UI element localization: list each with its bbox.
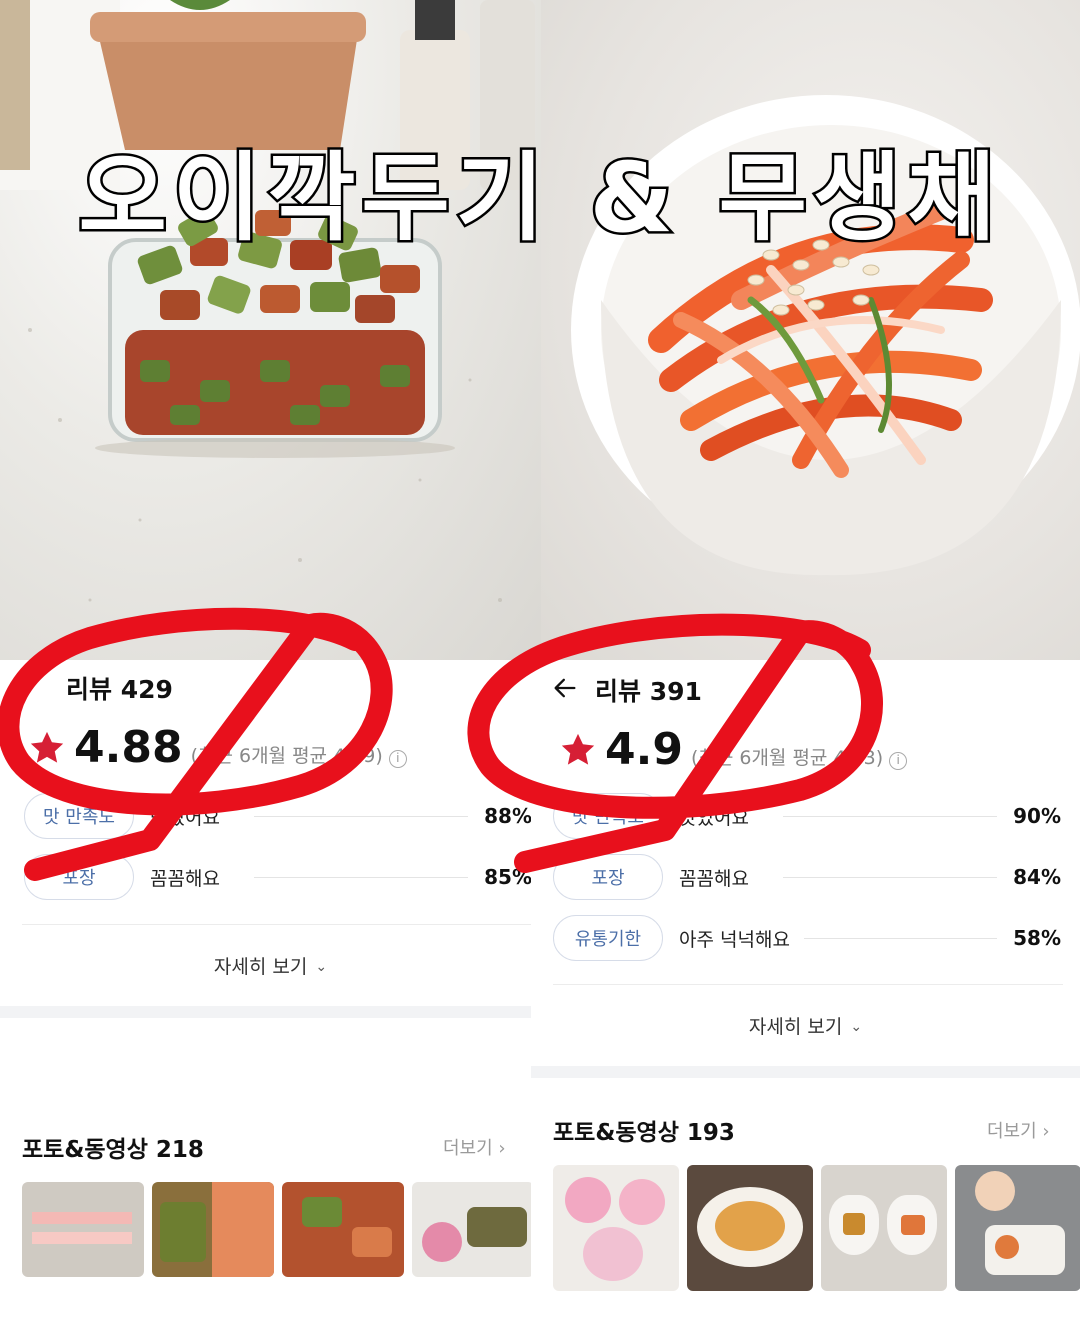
attribute-row: 유통기한 아주 넉넉해요 58% bbox=[553, 914, 1061, 962]
rating-score: 4.88 bbox=[74, 722, 183, 773]
section-separator bbox=[531, 1066, 1080, 1078]
attribute-label: 꼼꼼해요 bbox=[150, 867, 220, 890]
attribute-bar bbox=[254, 815, 468, 817]
back-arrow-icon[interactable] bbox=[551, 674, 579, 702]
thumbnail[interactable] bbox=[687, 1165, 813, 1291]
photo-thumbnails bbox=[553, 1165, 1080, 1291]
more-link[interactable]: 더보기 › bbox=[443, 1134, 506, 1160]
attribute-bar bbox=[254, 876, 468, 878]
thumbnail[interactable] bbox=[412, 1182, 534, 1277]
attribute-bar bbox=[803, 937, 997, 939]
attribute-tag[interactable]: 맛 만족도 bbox=[24, 793, 134, 839]
info-icon[interactable]: i bbox=[889, 752, 908, 770]
recent-average: (최근 6개월 평균 4.83) bbox=[690, 747, 884, 769]
attribute-percent: 90% bbox=[1013, 804, 1061, 828]
attribute-percent: 88% bbox=[484, 804, 532, 828]
attribute-label: 맛있어요 bbox=[150, 806, 220, 829]
media-section-title: 포토&동영상 218 bbox=[22, 1137, 204, 1163]
thumbnail[interactable] bbox=[553, 1165, 679, 1291]
more-detail-label: 자세히 보기 bbox=[748, 1016, 843, 1038]
more-link[interactable]: 더보기 › bbox=[987, 1117, 1050, 1143]
thumbnail[interactable] bbox=[821, 1165, 947, 1291]
attribute-bar bbox=[783, 815, 997, 817]
review-count[interactable]: 리뷰 429 bbox=[66, 670, 173, 706]
info-icon[interactable]: i bbox=[388, 750, 407, 768]
attribute-row: 맛 만족도 맛있어요 90% bbox=[553, 792, 1061, 840]
attribute-bar bbox=[783, 876, 997, 878]
recent-average: (최근 6개월 평균 4.89) bbox=[190, 745, 383, 767]
rating-row: 4.9 (최근 6개월 평균 4.83) i bbox=[559, 724, 908, 775]
rating-score: 4.9 bbox=[605, 724, 683, 775]
left-review-panel: 리뷰 429 4.88 (최근 6개월 평균 4.89) i 맛 만족도 맛있어… bbox=[0, 660, 541, 1320]
section-separator bbox=[0, 1006, 541, 1018]
thumbnail[interactable] bbox=[22, 1182, 144, 1277]
radish-salad-photo bbox=[541, 0, 1080, 660]
title-overlay: 오이깍두기 & 무생채 bbox=[76, 140, 1002, 257]
media-section-title: 포토&동영상 193 bbox=[553, 1120, 735, 1146]
review-count[interactable]: 리뷰 391 bbox=[595, 672, 702, 708]
right-review-panel: 리뷰 391 4.9 (최근 6개월 평균 4.83) i 맛 만족도 맛있어요… bbox=[531, 660, 1080, 1320]
attribute-tag[interactable]: 포장 bbox=[24, 854, 134, 900]
divider bbox=[22, 924, 532, 925]
thumbnail[interactable] bbox=[282, 1182, 404, 1277]
attribute-row: 맛 만족도 맛있어요 88% bbox=[24, 792, 532, 840]
cucumber-kimchi-photo bbox=[0, 0, 541, 660]
attribute-tag[interactable]: 유통기한 bbox=[553, 915, 663, 961]
attribute-percent: 58% bbox=[1013, 926, 1061, 950]
rating-row: 4.88 (최근 6개월 평균 4.89) i bbox=[28, 722, 407, 773]
star-icon bbox=[30, 731, 64, 763]
chevron-down-icon: ⌄ bbox=[850, 1019, 863, 1035]
attribute-label: 맛있어요 bbox=[679, 806, 749, 829]
more-detail-button[interactable]: 자세히 보기 ⌄ bbox=[531, 1012, 1080, 1039]
more-detail-label: 자세히 보기 bbox=[213, 956, 308, 978]
photo-thumbnails bbox=[22, 1182, 534, 1277]
divider bbox=[553, 984, 1063, 985]
attribute-tag[interactable]: 포장 bbox=[553, 854, 663, 900]
star-icon bbox=[561, 733, 595, 765]
chevron-down-icon: ⌄ bbox=[315, 959, 328, 975]
attribute-row: 포장 꼼꼼해요 84% bbox=[553, 853, 1061, 901]
attribute-tag[interactable]: 맛 만족도 bbox=[553, 793, 663, 839]
attribute-percent: 85% bbox=[484, 865, 532, 889]
attribute-label: 꼼꼼해요 bbox=[679, 867, 749, 890]
attribute-percent: 84% bbox=[1013, 865, 1061, 889]
more-detail-button[interactable]: 자세히 보기 ⌄ bbox=[0, 952, 541, 979]
thumbnail[interactable] bbox=[152, 1182, 274, 1277]
thumbnail[interactable] bbox=[955, 1165, 1080, 1291]
attribute-row: 포장 꼼꼼해요 85% bbox=[24, 853, 532, 901]
attribute-label: 아주 넉넉해요 bbox=[679, 928, 790, 951]
